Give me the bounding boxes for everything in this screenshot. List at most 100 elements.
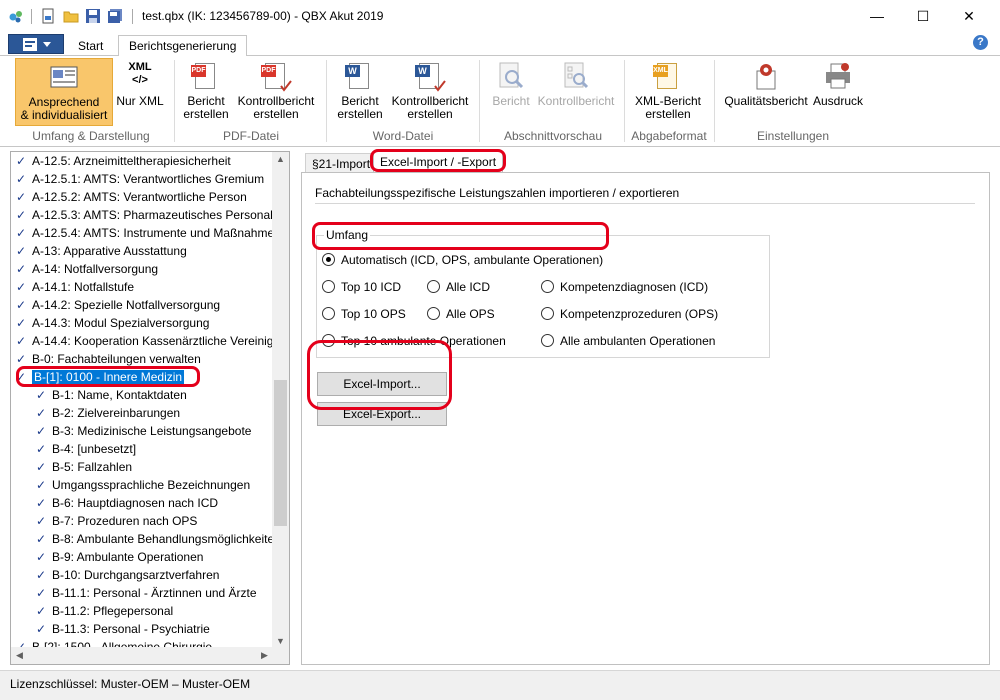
tree-item-label: B-11.2: Pflegepersonal xyxy=(52,604,174,618)
minimize-button[interactable]: — xyxy=(854,0,900,32)
group-label-abschnittvorschau: Abschnittvorschau xyxy=(503,129,603,143)
open-folder-icon[interactable] xyxy=(63,8,79,24)
checkmark-icon: ✓ xyxy=(16,334,27,348)
tree-item[interactable]: ✓ A-13: Apparative Ausstattung xyxy=(16,242,187,260)
tree-item-label: B-11.3: Personal - Psychiatrie xyxy=(52,622,210,636)
tree-item[interactable]: ✓ A-12.5.1: AMTS: Verantwortliches Gremiu… xyxy=(16,170,264,188)
checkmark-icon: ✓ xyxy=(36,568,47,582)
tree-vertical-scrollbar[interactable]: ▲ ▼ xyxy=(272,152,289,648)
checkmark-icon: ✓ xyxy=(16,208,27,222)
tree-item[interactable]: ✓ B-11.2: Pflegepersonal xyxy=(36,602,173,620)
tree-item[interactable]: ✓ A-12.5.3: AMTS: Pharmazeutisches Person… xyxy=(16,206,273,224)
tree-item-label: A-12.5.3: AMTS: Pharmazeutisches Persona… xyxy=(32,208,273,222)
radio-label: Kompetenzdiagnosen (ICD) xyxy=(560,279,709,294)
tree-item[interactable]: ✓ B-8: Ambulante Behandlungsmöglichkeiten xyxy=(36,530,281,548)
annotation-highlight-tab xyxy=(370,149,506,172)
scroll-down-icon[interactable]: ▼ xyxy=(276,636,285,646)
pdf-check-icon: PDF xyxy=(261,61,292,92)
tab-berichtsgenerierung[interactable]: Berichtsgenerierung xyxy=(118,35,248,57)
tree-item[interactable]: ✓ Umgangssprachliche Bezeichnungen xyxy=(36,476,250,494)
xml-icon-sub: </> xyxy=(132,74,148,86)
ribbon-button-qualitaetsbericht[interactable]: Qualitätsbericht xyxy=(722,58,810,126)
radio-alle-icd[interactable]: Alle ICD xyxy=(427,278,490,294)
tree-horizontal-scrollbar[interactable]: ◀ ▶ xyxy=(11,647,289,664)
close-button[interactable]: ✕ xyxy=(946,0,992,32)
ribbon-button-ansprechend[interactable]: Ansprechend & individualisiert xyxy=(15,58,113,126)
ribbon-button-vorschau-kontrollbericht[interactable]: Kontrollbericht xyxy=(535,58,617,126)
tab-start[interactable]: Start xyxy=(68,36,113,56)
ribbon-button-label: Nur XML xyxy=(116,94,164,108)
scroll-up-icon[interactable]: ▲ xyxy=(276,154,285,164)
tree-item[interactable]: ✓ B-6: Hauptdiagnosen nach ICD xyxy=(36,494,218,512)
tree-item[interactable]: ✓ A-14.1: Notfallstufe xyxy=(16,278,134,296)
ribbon-button-nur-xml[interactable]: XML </> Nur XML xyxy=(113,58,167,126)
checkmark-icon: ✓ xyxy=(36,514,47,528)
scrollbar-thumb[interactable] xyxy=(274,380,287,526)
tree-item[interactable]: ✓ A-12.5.4: AMTS: Instrumente und Maßnahm… xyxy=(16,224,281,242)
radio-top10-ops[interactable]: Top 10 OPS xyxy=(322,305,406,321)
tree-item[interactable]: ✓ A-12.5.2: AMTS: Verantwortliche Person xyxy=(16,188,247,206)
tree-item[interactable]: ✓ B-1: Name, Kontaktdaten xyxy=(36,386,187,404)
tree-item[interactable]: ✓ B-5: Fallzahlen xyxy=(36,458,132,476)
radio-automatisch[interactable]: Automatisch (ICD, OPS, ambulante Operati… xyxy=(322,251,603,267)
tree-item[interactable]: ✓ A-12.5: Arzneimitteltherapiesicherheit xyxy=(16,152,231,170)
application-menu-button[interactable] xyxy=(8,34,64,54)
tree-item[interactable]: ✓ B-2: Zielvereinbarungen xyxy=(36,404,180,422)
tree-item[interactable]: ✓ B-4: [unbesetzt] xyxy=(36,440,136,458)
ribbon-button-xml-bericht[interactable]: XML XML-Bericht erstellen xyxy=(630,58,706,126)
checkmark-icon: ✓ xyxy=(36,532,47,546)
maximize-button[interactable]: ☐ xyxy=(900,0,946,32)
navigation-tree[interactable]: ✓ A-12.5: Arzneimitteltherapiesicherheit ✓… xyxy=(10,151,290,665)
tree-item[interactable]: ✓ A-14.3: Modul Spezialversorgung xyxy=(16,314,209,332)
preview-icon xyxy=(499,62,524,89)
checkmark-icon: ✓ xyxy=(36,604,47,618)
tree-item[interactable]: ✓ B-10: Durchgangsarztverfahren xyxy=(36,566,219,584)
group-separator xyxy=(479,60,480,142)
radio-kompetenzprozeduren[interactable]: Kompetenzprozeduren (OPS) xyxy=(541,305,718,321)
scroll-right-icon[interactable]: ▶ xyxy=(261,650,268,661)
checkmark-icon: ✓ xyxy=(16,262,27,276)
tree-item[interactable]: ✓ B-7: Prozeduren nach OPS xyxy=(36,512,197,530)
ribbon-button-label: Qualitätsbericht xyxy=(724,94,808,108)
tree-item[interactable]: ✓ B-3: Medizinische Leistungsangebote xyxy=(36,422,251,440)
checkmark-icon: ✓ xyxy=(36,406,47,420)
tree-item-label: B-9: Ambulante Operationen xyxy=(52,550,204,564)
xml-badge: XML xyxy=(653,65,668,77)
ribbon-button-pdf-kontrollbericht[interactable]: PDF Kontrollbericht erstellen xyxy=(234,58,318,126)
tree-item[interactable]: ✓ A-14: Notfallversorgung xyxy=(16,260,158,278)
layout-icon xyxy=(50,66,78,88)
checkmark-icon: ✓ xyxy=(16,316,27,330)
radio-indicator xyxy=(427,307,440,321)
app-logo-icon xyxy=(9,11,22,23)
tree-item[interactable]: ✓ B-11.1: Personal - Ärztinnen und Ärzte xyxy=(36,584,257,602)
radio-alle-ops[interactable]: Alle OPS xyxy=(427,305,495,321)
save-all-icon[interactable] xyxy=(107,8,123,24)
ribbon-button-word-bericht[interactable]: W Bericht erstellen xyxy=(334,58,386,126)
radio-kompetenzdiagnosen[interactable]: Kompetenzdiagnosen (ICD) xyxy=(541,278,708,294)
radio-top10-icd[interactable]: Top 10 ICD xyxy=(322,278,401,294)
checkmark-icon: ✓ xyxy=(36,622,47,636)
tree-item[interactable]: ✓ A-14.4: Kooperation Kassenärztliche Ver… xyxy=(16,332,289,350)
ribbon-button-word-kontrollbericht[interactable]: W Kontrollbericht erstellen xyxy=(388,58,472,126)
radio-label: Alle ambulanten Operationen xyxy=(560,333,716,348)
tree-item-label: A-14.1: Notfallstufe xyxy=(32,280,135,294)
ribbon-button-vorschau-bericht[interactable]: Bericht xyxy=(488,58,534,126)
ribbon-button-ausdruck[interactable]: Ausdruck xyxy=(811,58,865,126)
new-document-icon[interactable] xyxy=(40,8,56,24)
ribbon-button-pdf-bericht[interactable]: PDF Bericht erstellen xyxy=(180,58,232,126)
tree-item[interactable]: ✓ A-14.2: Spezielle Notfallversorgung xyxy=(16,296,220,314)
checkmark-icon: ✓ xyxy=(16,298,27,312)
tree-item-label: A-12.5: Arzneimitteltherapiesicherheit xyxy=(32,154,231,168)
radio-alle-ambulant[interactable]: Alle ambulanten Operationen xyxy=(541,332,715,348)
app-menu-icon xyxy=(23,38,37,51)
checkmark-icon: ✓ xyxy=(36,478,47,492)
tree-item[interactable]: ✓ B-9: Ambulante Operationen xyxy=(36,548,203,566)
status-bar: Lizenzschlüssel: Muster-OEM – Muster-OEM xyxy=(0,670,1000,700)
help-icon[interactable]: ? xyxy=(973,35,988,50)
tree-item-label: B-1: Name, Kontaktdaten xyxy=(52,388,187,402)
group-label-einstellungen: Einstellungen xyxy=(756,129,830,143)
save-icon[interactable] xyxy=(85,8,101,24)
checkmark-icon: ✓ xyxy=(16,154,27,168)
scroll-left-icon[interactable]: ◀ xyxy=(16,650,23,661)
tree-item[interactable]: ✓ B-11.3: Personal - Psychiatrie xyxy=(36,620,210,638)
